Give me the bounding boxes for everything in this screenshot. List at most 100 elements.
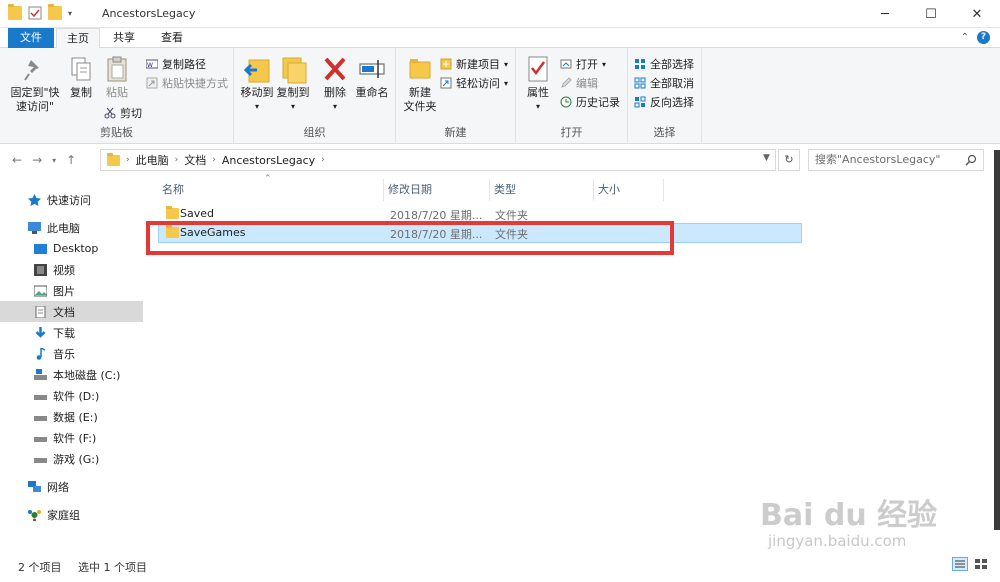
- qat-dropdown-icon[interactable]: ▾: [68, 9, 72, 18]
- move-to-button[interactable]: 移动到 ▾: [240, 54, 274, 114]
- column-header-date[interactable]: 修改日期: [384, 179, 490, 201]
- close-button[interactable]: ✕: [954, 0, 1000, 28]
- column-header-name[interactable]: 名称: [158, 179, 384, 201]
- open-button[interactable]: 打开 ▾: [560, 56, 606, 72]
- maximize-button[interactable]: ☐: [908, 0, 954, 28]
- pin-quick-access-button[interactable]: 固定到"快 速访问": [10, 54, 60, 114]
- window-title: AncestorsLegacy: [102, 7, 196, 20]
- tab-home[interactable]: 主页: [56, 28, 100, 49]
- nav-item-drive-d[interactable]: 软件 (D:): [0, 385, 143, 406]
- copy-button[interactable]: 复制: [66, 54, 96, 100]
- search-input[interactable]: 搜索"AncestorsLegacy": [808, 149, 984, 171]
- open-group: 属性 ▾ 打开 ▾ 编辑 历史记录 打开: [516, 48, 628, 144]
- file-name: Saved: [180, 207, 214, 220]
- easy-access-icon: [440, 77, 452, 89]
- status-bar: 2 个项目 选中 1 个项目: [0, 550, 1000, 582]
- desktop-icon: [34, 243, 47, 255]
- copy-to-button[interactable]: 复制到 ▾: [276, 54, 310, 114]
- paste-button[interactable]: 粘贴: [102, 54, 132, 100]
- address-dropdown-icon[interactable]: ▼: [763, 153, 770, 163]
- forward-arrow-icon[interactable]: →: [32, 153, 42, 169]
- watermark-url: jingyan.baidu.com: [768, 532, 907, 550]
- chevron-right-icon[interactable]: ›: [175, 155, 179, 165]
- copy-path-icon: W: [145, 58, 159, 70]
- open-icon: [560, 58, 572, 70]
- refresh-button[interactable]: ↻: [778, 149, 800, 171]
- select-group: 全部选择 全部取消 反向选择 选择: [628, 48, 702, 144]
- help-icon[interactable]: ?: [977, 31, 990, 44]
- nav-item-drive-g[interactable]: 游戏 (G:): [0, 448, 143, 469]
- chevron-right-icon[interactable]: ›: [212, 155, 216, 165]
- highlight-box: [146, 221, 674, 255]
- easy-access-button[interactable]: 轻松访问 ▾: [440, 75, 508, 91]
- paste-shortcut-button[interactable]: 粘贴快捷方式: [146, 75, 228, 91]
- nav-item-videos[interactable]: 视频: [0, 259, 143, 280]
- ribbon-tabs: 文件 主页 共享 查看 ⌃ ?: [0, 28, 1000, 49]
- chevron-right-icon[interactable]: ›: [126, 155, 130, 165]
- properties-icon[interactable]: [28, 6, 42, 20]
- tab-share[interactable]: 共享: [104, 28, 144, 48]
- nav-item-homegroup[interactable]: 家庭组: [0, 504, 143, 525]
- history-icon: [560, 96, 572, 108]
- nav-item-documents[interactable]: 文档: [0, 301, 143, 322]
- chevron-right-icon[interactable]: ›: [321, 155, 325, 165]
- breadcrumb-this-pc[interactable]: 此电脑: [136, 152, 169, 168]
- nav-item-network[interactable]: 网络: [0, 476, 143, 497]
- address-bar[interactable]: › 此电脑 › 文档 › AncestorsLegacy ›: [100, 149, 776, 171]
- nav-item-drive-e[interactable]: 数据 (E:): [0, 406, 143, 427]
- select-all-icon: [634, 58, 646, 70]
- column-header-size[interactable]: 大小: [594, 179, 664, 201]
- move-to-icon: [243, 54, 271, 84]
- breadcrumb-documents[interactable]: 文档: [184, 152, 206, 168]
- edit-icon: [560, 77, 572, 89]
- copy-path-button[interactable]: W 复制路径: [145, 56, 206, 72]
- nav-item-this-pc[interactable]: 此电脑: [0, 217, 143, 238]
- easy-access-dropdown-icon: ▾: [504, 78, 509, 88]
- recent-locations-icon[interactable]: ▾: [52, 153, 56, 169]
- minimize-button[interactable]: ─: [862, 0, 908, 28]
- details-view-icon[interactable]: [952, 557, 968, 571]
- homegroup-icon: [28, 509, 41, 521]
- nav-item-desktop[interactable]: Desktop: [0, 238, 143, 259]
- new-folder-icon[interactable]: [48, 4, 62, 20]
- invert-selection-button[interactable]: 反向选择: [634, 94, 694, 110]
- properties-button[interactable]: 属性 ▾: [522, 54, 554, 114]
- nav-item-music[interactable]: 音乐: [0, 343, 143, 364]
- document-icon: [34, 305, 47, 318]
- breadcrumb-ancestorslegacy[interactable]: AncestorsLegacy: [222, 154, 315, 167]
- new-folder-icon: [406, 54, 434, 84]
- select-all-button[interactable]: 全部选择: [634, 56, 694, 72]
- ribbon: 固定到"快 速访问" 复制 粘贴 W 复制路径 粘贴快捷方式 剪切 剪贴板 移动…: [0, 48, 1000, 144]
- delete-button[interactable]: 删除 ▾: [320, 54, 350, 114]
- cut-button[interactable]: 剪切: [104, 105, 142, 121]
- history-button[interactable]: 历史记录: [560, 94, 620, 110]
- select-none-button[interactable]: 全部取消: [634, 75, 694, 91]
- back-arrow-icon[interactable]: ←: [12, 153, 22, 169]
- new-item-button[interactable]: 新建项目 ▾: [440, 56, 508, 72]
- open-dropdown-icon: ▾: [602, 59, 607, 69]
- up-arrow-icon[interactable]: ↑: [66, 153, 76, 169]
- search-icon[interactable]: [965, 153, 977, 166]
- drive-icon: [34, 453, 47, 465]
- delete-icon: [321, 54, 349, 84]
- watermark-logo: Bai du 经验: [760, 498, 938, 533]
- tab-view[interactable]: 查看: [150, 28, 194, 48]
- rename-button[interactable]: 重命名: [354, 54, 390, 100]
- nav-item-quick-access[interactable]: 快速访问: [0, 189, 143, 210]
- tab-file[interactable]: 文件: [8, 28, 54, 48]
- select-none-icon: [634, 77, 646, 89]
- selected-count: 选中 1 个项目: [78, 561, 147, 574]
- new-folder-button[interactable]: 新建 文件夹: [400, 54, 440, 114]
- copy-to-dropdown-icon: ▾: [290, 102, 295, 111]
- nav-item-drive-f[interactable]: 软件 (F:): [0, 427, 143, 448]
- copy-to-icon: [279, 54, 307, 84]
- ribbon-collapse-icon[interactable]: ⌃: [961, 32, 969, 43]
- nav-item-downloads[interactable]: 下载: [0, 322, 143, 343]
- edit-button[interactable]: 编辑: [560, 75, 598, 91]
- picture-icon: [33, 285, 48, 297]
- column-header-type[interactable]: 类型: [490, 179, 594, 201]
- svg-text:W: W: [147, 62, 153, 69]
- nav-item-pictures[interactable]: 图片: [0, 280, 143, 301]
- nav-item-drive-c[interactable]: 本地磁盘 (C:): [0, 364, 143, 385]
- large-icons-view-icon[interactable]: [974, 558, 988, 570]
